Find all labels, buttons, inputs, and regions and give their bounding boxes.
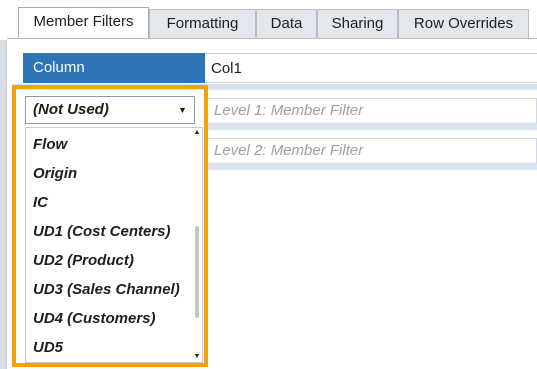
column-label: Column [23,53,205,83]
level1-member-filter-input[interactable]: Level 1: Member Filter [205,98,537,124]
scroll-thumb[interactable] [195,226,199,318]
tab-strip: Member Filters Formatting Data Sharing R… [0,0,537,40]
tab-formatting[interactable]: Formatting [149,9,256,38]
scroll-up-arrow-icon[interactable]: ▲ [193,129,201,137]
tab-data[interactable]: Data [256,9,317,38]
column-value-field[interactable]: Col1 [205,53,537,83]
list-item[interactable]: Origin [33,159,77,188]
list-item[interactable]: UD4 (Customers) [33,304,156,333]
left-rail [0,0,7,369]
filter-band [205,164,537,170]
tab-member-filters[interactable]: Member Filters [18,7,149,38]
list-item[interactable]: IC [33,188,48,217]
dropdown-selected-value: (Not Used) [33,101,109,118]
tab-sharing[interactable]: Sharing [317,9,398,38]
tab-underline [7,38,537,39]
list-scrollbar[interactable]: ▲ ▼ [192,128,202,362]
level2-member-filter-input[interactable]: Level 2: Member Filter [205,138,537,164]
list-item[interactable]: UD2 (Product) [33,246,134,275]
tab-row-overrides[interactable]: Row Overrides [398,9,529,38]
row-divider [12,84,537,90]
filter-band [205,124,537,130]
dropdown-list: Flow Origin IC UD1 (Cost Centers) UD2 (P… [25,127,203,363]
list-item[interactable]: UD5 [33,333,63,362]
dimension-dropdown[interactable]: (Not Used) ▼ [25,96,195,124]
list-item[interactable]: UD3 (Sales Channel) [33,275,180,304]
list-item[interactable]: UD1 (Cost Centers) [33,217,171,246]
dropdown-arrow-icon[interactable]: ▼ [178,97,188,123]
list-item[interactable]: Flow [33,130,67,159]
scroll-down-arrow-icon[interactable]: ▼ [193,353,201,361]
